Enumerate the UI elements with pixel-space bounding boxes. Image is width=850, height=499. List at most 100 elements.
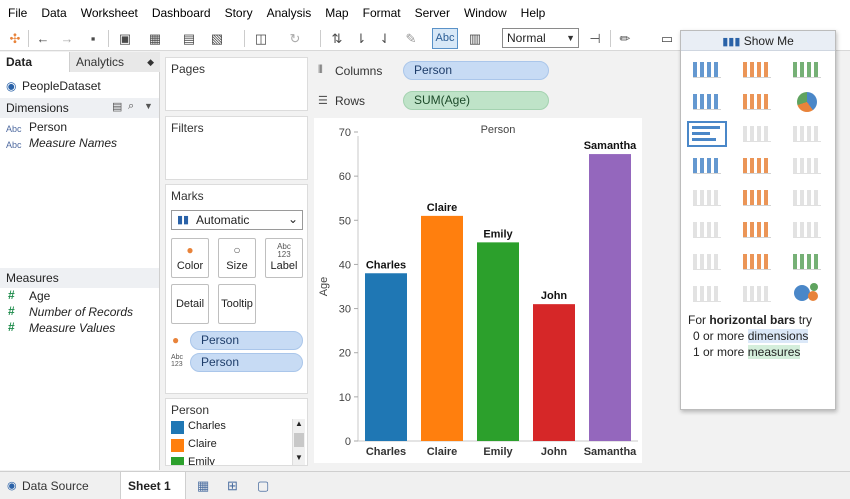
datasource-name[interactable]: PeopleDataset [22, 79, 101, 93]
bar-claire[interactable] [421, 215, 463, 441]
show-me-gantt-chart-icon[interactable] [687, 281, 727, 307]
show-me-symbol-map-icon[interactable] [687, 89, 727, 115]
pen-icon[interactable]: ✏ [616, 29, 634, 48]
scroll-up-icon[interactable]: ▲ [295, 419, 303, 428]
menu-worksheet[interactable]: Worksheet [77, 6, 142, 20]
show-me-packed-bubbles-icon[interactable] [787, 281, 827, 307]
view-options-icon[interactable]: ▤ [112, 100, 122, 113]
dimension-person[interactable]: Person [29, 120, 67, 134]
show-me-pie-chart-icon[interactable] [787, 89, 827, 115]
menu-help[interactable]: Help [517, 6, 550, 20]
menu-server[interactable]: Server [411, 6, 454, 20]
fix-axes-icon[interactable]: ▥ [466, 29, 484, 48]
menu-map[interactable]: Map [321, 6, 352, 20]
dimension-measure-names[interactable]: Measure Names [29, 136, 117, 150]
new-datasource-icon[interactable]: ▣ [116, 29, 134, 48]
label-button[interactable]: Abc 123 Label [265, 238, 303, 278]
duplicate-sheet-icon[interactable]: ▤ [180, 29, 198, 48]
show-me-horizontal-bars-icon[interactable] [687, 121, 727, 147]
legend-swatch-claire[interactable] [171, 439, 184, 452]
detail-button[interactable]: Detail [171, 284, 209, 324]
bar-chart[interactable]: Person 0 10 20 30 40 50 60 70 Age Charles Charles Cl… [314, 118, 642, 463]
marks-pill-label-person[interactable]: Person [190, 353, 303, 372]
size-button[interactable]: ○ Size [218, 238, 256, 278]
redo-icon[interactable]: → [58, 29, 76, 48]
show-me-stacked-bars-icon[interactable] [737, 121, 777, 147]
scroll-down-icon[interactable]: ▼ [295, 453, 303, 462]
tab-menu-icon[interactable]: ◆ [147, 52, 154, 72]
menu-format[interactable]: Format [359, 6, 405, 20]
show-me-treemap-icon[interactable] [687, 153, 727, 179]
tableau-logo-icon[interactable]: ✣ [6, 29, 24, 48]
tab-analytics[interactable]: Analytics ◆ [70, 52, 160, 72]
show-me-side-by-side-circles-icon[interactable] [787, 153, 827, 179]
bar-charles[interactable] [365, 273, 407, 441]
data-source-tab[interactable]: Data Source [22, 479, 89, 493]
menu-data[interactable]: Data [37, 6, 70, 20]
search-icon[interactable]: ⌕ [128, 100, 134, 113]
show-me-dual-lines-icon[interactable] [787, 185, 827, 211]
new-story-icon[interactable]: ▢ [257, 478, 269, 494]
legend-swatch-charles[interactable] [171, 421, 184, 434]
show-me-text-table-icon[interactable] [687, 57, 727, 83]
columns-pill-person[interactable]: Person [403, 61, 549, 80]
new-worksheet-icon[interactable]: ▦ [197, 478, 209, 494]
measure-values[interactable]: Measure Values [29, 321, 115, 335]
legend-scrollbar[interactable]: ▲ ▼ [292, 419, 305, 465]
bar-samantha[interactable] [589, 154, 631, 442]
rows-pill-sum-age[interactable]: SUM(Age) [403, 91, 549, 110]
show-mark-labels-button[interactable]: Abc [432, 28, 458, 49]
show-me-side-by-side-bars-icon[interactable] [787, 121, 827, 147]
bar-john[interactable] [533, 304, 575, 441]
sheet-tab-active[interactable]: Sheet 1 [120, 472, 186, 499]
show-me-header[interactable]: ▮▮▮ Show Me [681, 31, 835, 51]
bar-emily[interactable] [477, 242, 519, 441]
show-me-box-whisker-icon[interactable] [787, 249, 827, 275]
marks-pill-color-person[interactable]: Person [190, 331, 303, 350]
pin-icon[interactable]: ⊣ [586, 29, 604, 48]
fit-select[interactable]: Normal ▼ [502, 28, 579, 48]
tooltip-button[interactable]: Tooltip [218, 284, 256, 324]
menu-window[interactable]: Window [460, 6, 511, 20]
presentation-mode-icon[interactable]: ▭ [658, 29, 676, 48]
legend-item-emily[interactable]: Emily [188, 456, 215, 465]
save-icon[interactable]: ▪ [84, 29, 102, 48]
show-me-scatter-plot-icon[interactable] [687, 249, 727, 275]
chevron-down-icon[interactable]: ▼ [144, 101, 153, 111]
show-me-lines-continuous-icon[interactable] [737, 185, 777, 211]
legend-swatch-emily[interactable] [171, 457, 184, 465]
show-me-area-continuous-icon[interactable] [737, 217, 777, 243]
legend-item-charles[interactable]: Charles [188, 420, 226, 432]
swap-rows-columns-icon[interactable]: ⇅ [328, 29, 346, 48]
clear-sheet-icon[interactable]: ▧ [208, 29, 226, 48]
legend-item-claire[interactable]: Claire [188, 438, 217, 450]
show-me-lines-discrete-icon[interactable] [687, 185, 727, 211]
show-me-bullet-graph-icon[interactable] [737, 281, 777, 307]
filters-shelf[interactable]: Filters [165, 116, 308, 180]
new-worksheet-icon[interactable]: ▦ [146, 29, 164, 48]
show-me-histogram-icon[interactable] [737, 249, 777, 275]
mark-type-select[interactable]: ▮▮ Automatic ⌄ [171, 210, 303, 230]
sort-descending-icon[interactable]: ⇃ [376, 29, 394, 48]
show-me-highlight-table-icon[interactable] [787, 57, 827, 83]
new-dashboard-icon[interactable]: ⊞ [227, 478, 238, 494]
undo-icon[interactable]: ← [34, 29, 52, 48]
highlight-icon[interactable]: ✎ [402, 29, 420, 48]
sort-ascending-icon[interactable]: ⇂ [352, 29, 370, 48]
tab-data[interactable]: Data [0, 52, 70, 72]
refresh-icon[interactable]: ↻ [286, 29, 304, 48]
menu-story[interactable]: Story [221, 6, 257, 20]
show-me-filled-map-icon[interactable] [737, 89, 777, 115]
pages-shelf[interactable]: Pages [165, 57, 308, 111]
show-me-heat-map-icon[interactable] [737, 57, 777, 83]
measure-number-of-records[interactable]: Number of Records [29, 305, 133, 319]
scroll-thumb[interactable] [294, 433, 304, 447]
menu-dashboard[interactable]: Dashboard [148, 6, 215, 20]
color-button[interactable]: ● Color [171, 238, 209, 278]
pause-updates-icon[interactable]: ◫ [252, 29, 270, 48]
measure-age[interactable]: Age [29, 289, 50, 303]
show-me-area-discrete-icon[interactable] [687, 217, 727, 243]
menu-analysis[interactable]: Analysis [263, 6, 316, 20]
show-me-dual-combination-icon[interactable] [787, 217, 827, 243]
menu-file[interactable]: File [4, 6, 31, 20]
